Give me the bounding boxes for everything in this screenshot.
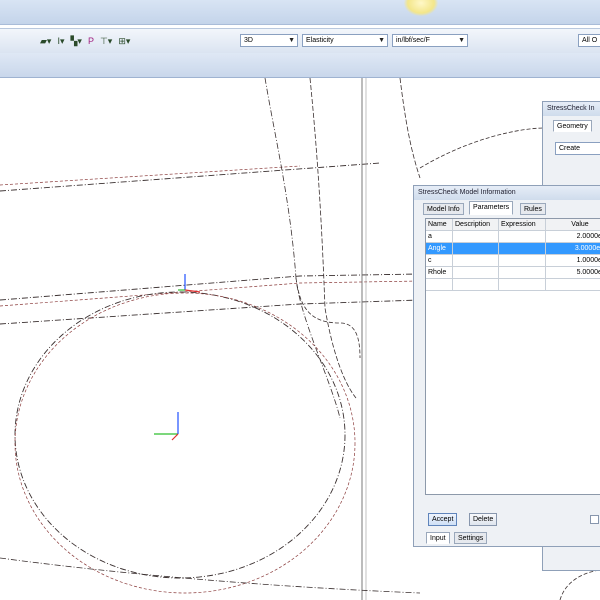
cell-expression[interactable] [499,243,546,255]
units-select[interactable]: in/lbf/sec/F ▼ [392,34,468,47]
model-edge [0,299,421,325]
mesh-tool-icon[interactable]: ▚▾ [70,34,81,48]
origin-triad [154,412,179,441]
tab-rules[interactable]: Rules [520,203,546,215]
column-header-value[interactable]: Value [546,219,600,231]
cell-expression[interactable] [499,267,546,279]
table-row[interactable]: a 2.0000e-00 [426,231,600,243]
all-select-value: All O [582,37,598,44]
hole-edge-inner [14,292,356,594]
chevron-down-icon: ▼ [378,37,385,44]
model-information-window: StressCheck Model Information Model Info… [413,185,600,547]
cell-description[interactable] [453,243,499,255]
secondary-toolbar [0,53,600,78]
cell-expression[interactable] [499,231,546,243]
cell-description[interactable] [453,255,499,267]
cell-description[interactable] [453,231,499,243]
cell-value[interactable]: 5.0000e-00 [546,267,600,279]
cell-value[interactable] [546,279,600,291]
analysis-select[interactable]: Elasticity ▼ [302,34,388,47]
tab-settings[interactable]: Settings [454,532,488,544]
model-edge [0,162,381,192]
model-edge [264,78,341,419]
hole-edge-outer [14,291,346,579]
table-header: Name Description Expression Value [426,219,600,231]
all-select[interactable]: All O [578,34,600,47]
cell-description[interactable] [453,267,499,279]
column-header-name[interactable]: Name [426,219,453,231]
chevron-down-icon: ▼ [458,37,465,44]
cell-name: Angle [426,243,453,255]
top-triad [178,274,201,293]
units-select-value: in/lbf/sec/F [396,37,430,44]
window-title: StressCheck Model Information [414,186,600,200]
model-edge [0,273,421,301]
constraint-tool-icon[interactable]: ⊤▾ [100,34,112,48]
cell-name: c [426,255,453,267]
cell-value[interactable]: 1.0000e-00 [546,255,600,267]
table-row-empty[interactable] [426,279,600,291]
cell-description[interactable] [453,279,499,291]
title-bar [0,0,600,25]
accept-button[interactable]: Accept [428,513,458,526]
cell-name: Rhole [426,267,453,279]
cell-value[interactable]: 2.0000e-00 [546,231,600,243]
column-header-expression[interactable]: Expression [499,219,546,231]
model-edge [559,569,600,600]
create-select-value: Create [559,145,581,152]
table-row[interactable]: c 1.0000e-00 [426,255,600,267]
delete-button[interactable]: Delete [469,513,498,526]
highlight-glow [404,0,438,16]
main-toolbar: ▰▾ I▾ ▚▾ P ⊤▾ ⊞▾ 3D ▼ Elasticity ▼ in/lb… [0,28,600,54]
option-checkbox[interactable] [590,515,599,524]
mode-select[interactable]: 3D ▼ [240,34,298,47]
block-tool-icon[interactable]: ▰▾ [40,34,51,48]
chevron-down-icon: ▼ [288,37,295,44]
table-row[interactable]: Rhole 5.0000e-00 [426,267,600,279]
cell-expression[interactable] [499,279,546,291]
cell-value[interactable]: 3.0000e+00 [546,243,600,255]
beam-tool-icon[interactable]: I▾ [57,34,64,48]
model-edge [0,165,301,186]
mode-select-value: 3D [244,37,253,44]
toolbar-icon-group: ▰▾ I▾ ▚▾ P ⊤▾ ⊞▾ [40,34,130,48]
table-row-selected[interactable]: Angle 3.0000e+00 [426,243,600,255]
create-select[interactable]: Create [555,142,600,155]
tab-parameters[interactable]: Parameters [469,201,514,215]
parameters-table: Name Description Expression Value a 2.00… [425,218,600,495]
tab-model-info[interactable]: Model Info [423,203,464,215]
load-tool-icon[interactable]: ⊞▾ [118,34,130,48]
tab-input[interactable]: Input [426,532,450,544]
model-edge [399,78,421,179]
window-title: StressCheck In [543,102,600,116]
cell-name: a [426,231,453,243]
tab-geometry[interactable]: Geometry [553,120,592,132]
parameter-tool-icon[interactable]: P [88,34,94,48]
cell-expression[interactable] [499,255,546,267]
analysis-select-value: Elasticity [306,37,334,44]
model-edge [419,127,546,169]
column-header-description[interactable]: Description [453,219,499,231]
cell-name [426,279,453,291]
